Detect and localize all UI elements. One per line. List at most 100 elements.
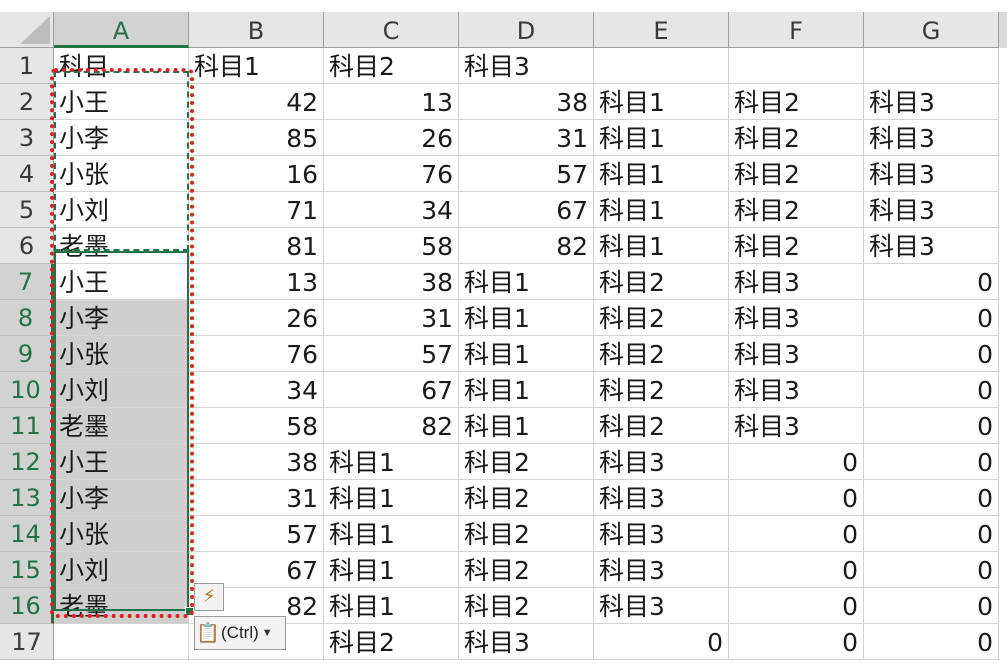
cell-a14[interactable]: 小张 (54, 516, 189, 552)
cell-c12[interactable]: 科目1 (324, 444, 459, 480)
cell-a17[interactable] (54, 624, 189, 660)
cell-d2[interactable]: 38 (459, 84, 594, 120)
cell-c9[interactable]: 57 (324, 336, 459, 372)
cell-e16[interactable]: 科目3 (594, 588, 729, 624)
row-header-11[interactable]: 11 (0, 408, 54, 444)
select-all-button[interactable] (0, 12, 54, 48)
cell-d11[interactable]: 科目1 (459, 408, 594, 444)
cell-g17[interactable]: 0 (864, 624, 999, 660)
column-header-d[interactable]: D (459, 12, 594, 48)
cell-c16[interactable]: 科目1 (324, 588, 459, 624)
cell-c14[interactable]: 科目1 (324, 516, 459, 552)
cell-f11[interactable]: 科目3 (729, 408, 864, 444)
cell-d3[interactable]: 31 (459, 120, 594, 156)
column-header-e[interactable]: E (594, 12, 729, 48)
column-header-b[interactable]: B (189, 12, 324, 48)
row-header-9[interactable]: 9 (0, 336, 54, 372)
cell-f2[interactable]: 科目2 (729, 84, 864, 120)
cell-e2[interactable]: 科目1 (594, 84, 729, 120)
cell-c2[interactable]: 13 (324, 84, 459, 120)
cell-d14[interactable]: 科目2 (459, 516, 594, 552)
paste-options-button[interactable]: 📋 (Ctrl) ▼ (194, 616, 286, 650)
row-header-8[interactable]: 8 (0, 300, 54, 336)
cell-b13[interactable]: 31 (189, 480, 324, 516)
cell-c11[interactable]: 82 (324, 408, 459, 444)
cell-a2[interactable]: 小王 (54, 84, 189, 120)
cell-d9[interactable]: 科目1 (459, 336, 594, 372)
cell-b11[interactable]: 58 (189, 408, 324, 444)
cell-g2[interactable]: 科目3 (864, 84, 999, 120)
cell-b4[interactable]: 16 (189, 156, 324, 192)
cell-d17[interactable]: 科目3 (459, 624, 594, 660)
cell-g6[interactable]: 科目3 (864, 228, 999, 264)
cell-a1[interactable]: 科目 (54, 48, 189, 84)
cell-b12[interactable]: 38 (189, 444, 324, 480)
row-header-1[interactable]: 1 (0, 48, 54, 84)
cell-b9[interactable]: 76 (189, 336, 324, 372)
row-header-15[interactable]: 15 (0, 552, 54, 588)
cell-f4[interactable]: 科目2 (729, 156, 864, 192)
cell-a7[interactable]: 小王 (54, 264, 189, 300)
cell-g5[interactable]: 科目3 (864, 192, 999, 228)
cell-c17[interactable]: 科目2 (324, 624, 459, 660)
cell-e8[interactable]: 科目2 (594, 300, 729, 336)
cell-b1[interactable]: 科目1 (189, 48, 324, 84)
cell-f10[interactable]: 科目3 (729, 372, 864, 408)
cell-e10[interactable]: 科目2 (594, 372, 729, 408)
cell-b10[interactable]: 34 (189, 372, 324, 408)
cell-g10[interactable]: 0 (864, 372, 999, 408)
cell-f1[interactable] (729, 48, 864, 84)
row-header-2[interactable]: 2 (0, 84, 54, 120)
cell-a16[interactable]: 老墨 (54, 588, 189, 624)
cell-e12[interactable]: 科目3 (594, 444, 729, 480)
cell-f8[interactable]: 科目3 (729, 300, 864, 336)
cell-e9[interactable]: 科目2 (594, 336, 729, 372)
cell-c8[interactable]: 31 (324, 300, 459, 336)
cell-c6[interactable]: 58 (324, 228, 459, 264)
row-header-6[interactable]: 6 (0, 228, 54, 264)
row-header-17[interactable]: 17 (0, 624, 54, 660)
cell-g14[interactable]: 0 (864, 516, 999, 552)
cell-f6[interactable]: 科目2 (729, 228, 864, 264)
fill-handle[interactable] (185, 607, 194, 616)
cell-e17[interactable]: 0 (594, 624, 729, 660)
cell-d15[interactable]: 科目2 (459, 552, 594, 588)
cell-a15[interactable]: 小刘 (54, 552, 189, 588)
cell-b7[interactable]: 13 (189, 264, 324, 300)
cell-a4[interactable]: 小张 (54, 156, 189, 192)
cell-g16[interactable]: 0 (864, 588, 999, 624)
cell-a6[interactable]: 老墨 (54, 228, 189, 264)
cell-a12[interactable]: 小王 (54, 444, 189, 480)
cell-f9[interactable]: 科目3 (729, 336, 864, 372)
cell-e15[interactable]: 科目3 (594, 552, 729, 588)
cell-a11[interactable]: 老墨 (54, 408, 189, 444)
column-header-f[interactable]: F (729, 12, 864, 48)
cell-f16[interactable]: 0 (729, 588, 864, 624)
row-header-7[interactable]: 7 (0, 264, 54, 300)
cell-c10[interactable]: 67 (324, 372, 459, 408)
cell-e11[interactable]: 科目2 (594, 408, 729, 444)
cell-g12[interactable]: 0 (864, 444, 999, 480)
cell-a10[interactable]: 小刘 (54, 372, 189, 408)
row-header-10[interactable]: 10 (0, 372, 54, 408)
cell-c7[interactable]: 38 (324, 264, 459, 300)
cell-c1[interactable]: 科目2 (324, 48, 459, 84)
cell-e5[interactable]: 科目1 (594, 192, 729, 228)
cell-g15[interactable]: 0 (864, 552, 999, 588)
cell-d5[interactable]: 67 (459, 192, 594, 228)
cell-f3[interactable]: 科目2 (729, 120, 864, 156)
cell-c5[interactable]: 34 (324, 192, 459, 228)
cell-e4[interactable]: 科目1 (594, 156, 729, 192)
cell-d4[interactable]: 57 (459, 156, 594, 192)
cell-d10[interactable]: 科目1 (459, 372, 594, 408)
cell-d12[interactable]: 科目2 (459, 444, 594, 480)
row-header-13[interactable]: 13 (0, 480, 54, 516)
cell-g9[interactable]: 0 (864, 336, 999, 372)
cell-e6[interactable]: 科目1 (594, 228, 729, 264)
cell-a3[interactable]: 小李 (54, 120, 189, 156)
cell-d16[interactable]: 科目2 (459, 588, 594, 624)
cell-e1[interactable] (594, 48, 729, 84)
cell-f5[interactable]: 科目2 (729, 192, 864, 228)
cell-g8[interactable]: 0 (864, 300, 999, 336)
cell-b3[interactable]: 85 (189, 120, 324, 156)
